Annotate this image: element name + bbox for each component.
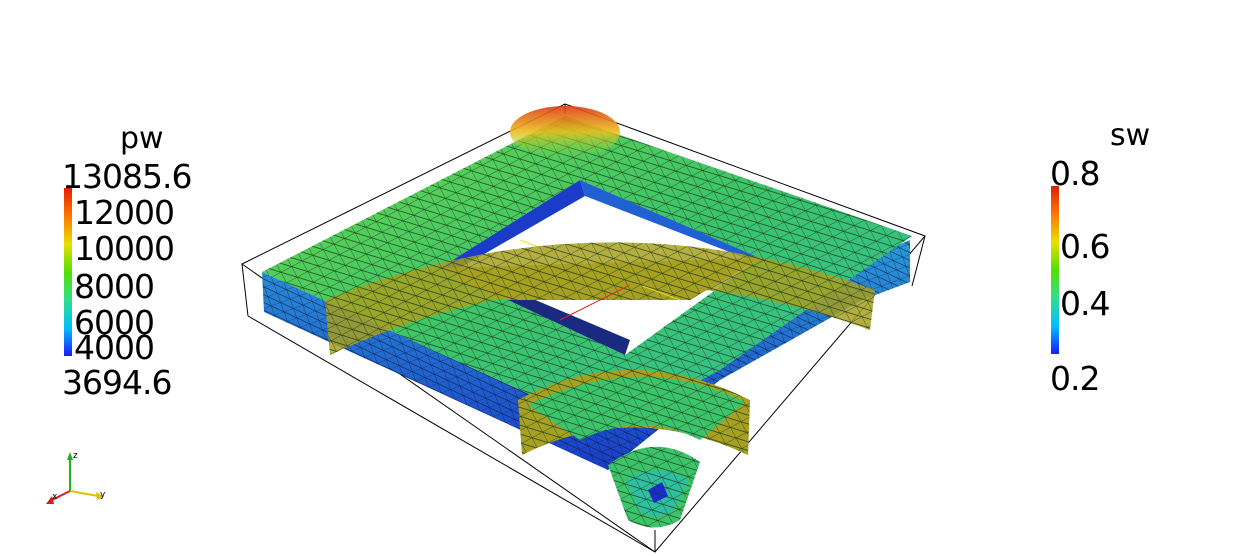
- sw-legend-tick: 0.6: [1060, 227, 1110, 266]
- pw-legend-title: pw: [120, 121, 164, 156]
- y-axis-line: [69, 490, 99, 497]
- hot-corner: [510, 106, 620, 158]
- sw-colorbar: [1051, 186, 1059, 354]
- pw-legend-tick: 10000: [74, 229, 175, 268]
- pw-legend-tick: 8000: [74, 267, 155, 306]
- pw-legend-tick: 12000: [74, 193, 175, 232]
- y-axis-label: y: [100, 490, 106, 500]
- render-viewport[interactable]: pw 13085.6 12000 10000 8000 6000 4000 36…: [0, 0, 1244, 556]
- sw-legend-min: 0.2: [1050, 359, 1100, 398]
- orientation-axes[interactable]: z y x: [40, 446, 120, 516]
- pw-legend-min: 3694.6: [62, 363, 172, 402]
- pw-legend-tick: 4000: [74, 328, 155, 367]
- sw-legend-title: sw: [1110, 118, 1151, 153]
- sw-legend-tick: 0.4: [1060, 284, 1110, 323]
- pw-legend-max: 13085.6: [62, 157, 192, 196]
- x-axis-label: x: [52, 492, 58, 502]
- end-section: [528, 376, 745, 528]
- pw-colorbar: [64, 188, 72, 356]
- z-axis-label: z: [73, 451, 78, 461]
